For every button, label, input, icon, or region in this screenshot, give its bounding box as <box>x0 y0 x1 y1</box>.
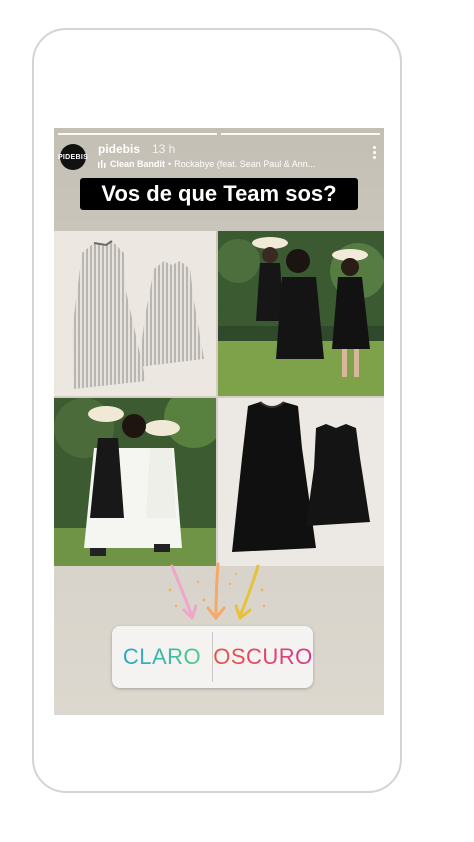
photo-dark-dresses <box>218 398 384 566</box>
music-attribution[interactable]: Clean Bandit • Rockabye (feat. Sean Paul… <box>98 159 315 169</box>
progress-segment <box>221 133 380 135</box>
poll-option-oscuro[interactable]: OSCURO <box>213 626 313 688</box>
music-artist: Clean Bandit <box>110 159 166 169</box>
story-progress-bar <box>58 133 380 135</box>
more-options-icon[interactable] <box>373 146 376 159</box>
avatar[interactable]: PIDEBIS <box>58 144 88 170</box>
story-timestamp: 13 h <box>152 142 176 156</box>
poll-option-claro-label: CLARO <box>122 644 202 669</box>
photo-black-dresses-garden <box>218 231 384 396</box>
question-sticker: Vos de que Team sos? <box>80 178 358 210</box>
poll-option-claro[interactable]: CLARO <box>112 626 212 688</box>
story-viewer[interactable]: PIDEBIS pidebis 13 h Clean Bandit • Rock… <box>54 128 384 715</box>
music-song: Rockabye (feat. Sean Paul & Ann... <box>174 159 316 169</box>
progress-segment <box>58 133 217 135</box>
photo-white-dresses-hug <box>54 398 216 566</box>
music-bars-icon <box>98 160 106 168</box>
music-separator: • <box>168 159 172 169</box>
photo-light-dresses <box>54 231 216 396</box>
username[interactable]: pidebis <box>98 142 140 156</box>
poll-sticker: CLARO OSCURO <box>112 626 313 688</box>
poll-option-oscuro-label: OSCURO <box>213 644 313 669</box>
arrow-down-icon <box>168 562 266 620</box>
